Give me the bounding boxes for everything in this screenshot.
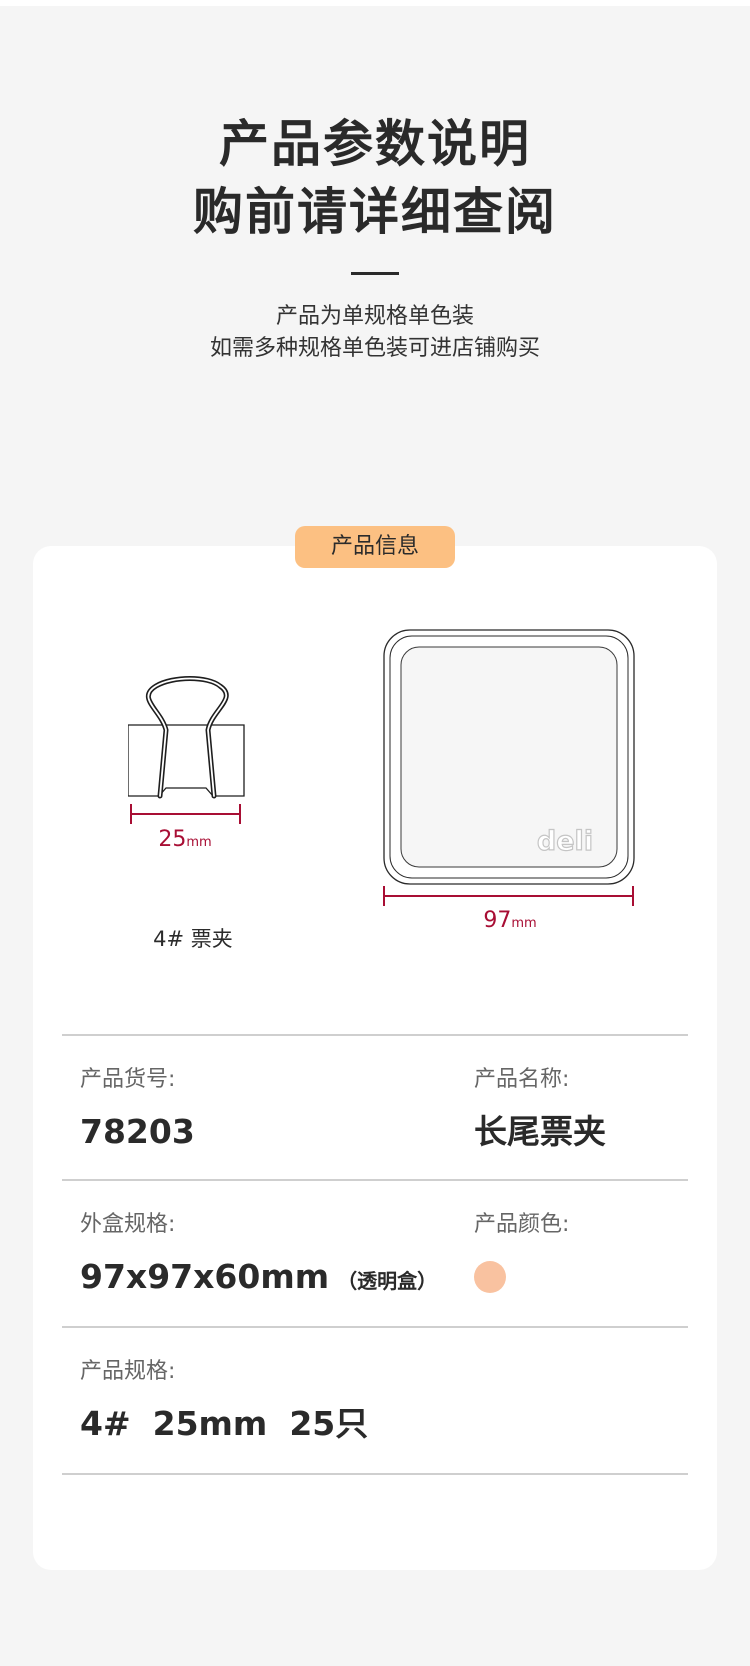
item-number-cell: 产品货号: 78203 [80, 1064, 195, 1154]
item-number-label: 产品货号: [80, 1067, 176, 1092]
product-spec-value: 4# 25mm 25只 [80, 1402, 368, 1446]
product-name-value: 长尾票夹 [474, 1112, 606, 1151]
spec-row: 产品规格: 4# 25mm 25只 [62, 1328, 688, 1475]
storage-box-illustration: deli 97mm [383, 629, 635, 933]
item-number-value: 78203 [80, 1112, 195, 1151]
product-name-cell: 产品名称: 长尾票夹 [474, 1064, 606, 1154]
clip-body [128, 724, 245, 797]
box-size-note: （透明盒） [337, 1269, 438, 1293]
spec-row: 外盒规格: 97x97x60mm （透明盒） 产品颜色: [62, 1181, 688, 1328]
spec-quantity: 25只 [289, 1404, 369, 1443]
page-title-line-1: 产品参数说明 [219, 115, 531, 173]
product-info-tag: 产品信息 [295, 526, 455, 568]
product-spec-cell: 产品规格: 4# 25mm 25只 [80, 1356, 368, 1446]
clip-dimension-label: 25mm [158, 827, 211, 852]
subtitle-line-1: 产品为单规格单色装 [275, 304, 474, 329]
title-divider [351, 272, 399, 275]
deli-logo: deli [537, 826, 593, 857]
product-color-label: 产品颜色: [474, 1212, 570, 1237]
product-spec-label: 产品规格: [80, 1359, 176, 1384]
box-size-dimensions: 97x97x60mm [80, 1257, 330, 1296]
box-size-cell: 外盒规格: 97x97x60mm （透明盒） [80, 1209, 437, 1303]
box-size-value: 97x97x60mm （透明盒） [80, 1255, 437, 1303]
spec-row: 产品货号: 78203 产品名称: 长尾票夹 [62, 1034, 688, 1181]
top-strip [0, 0, 750, 6]
product-name-label: 产品名称: [474, 1067, 570, 1092]
page-header: 产品参数说明 购前请详细查阅 产品为单规格单色装 如需多种规格单色装可进店铺购买 [0, 110, 750, 365]
spec-clip-width: 25mm [152, 1404, 268, 1443]
box-size-label: 外盒规格: [80, 1212, 176, 1237]
page-title-line-2: 购前请详细查阅 [193, 183, 557, 241]
clip-caption: 4# 票夹 [153, 927, 233, 951]
binder-clip-illustration: 25mm [128, 676, 245, 852]
box-dimension-label: 97mm [483, 908, 536, 933]
spec-table: 产品货号: 78203 产品名称: 长尾票夹 外盒规格: 97x97x60mm （… [62, 1034, 688, 1475]
spec-size-number: 4# [80, 1404, 131, 1443]
subtitle-line-2: 如需多种规格单色装可进店铺购买 [209, 336, 540, 361]
color-swatch [474, 1261, 506, 1293]
product-color-cell: 产品颜色: [474, 1209, 569, 1293]
